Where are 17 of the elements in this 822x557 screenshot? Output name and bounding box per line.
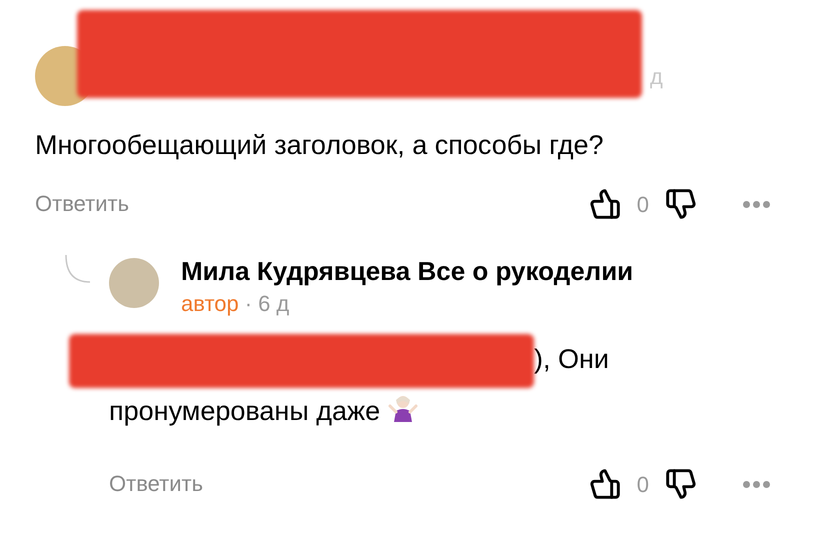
reply-link[interactable]: Ответить: [109, 473, 204, 495]
thumbs-up-icon: [588, 188, 621, 220]
author-name: Мила Кудрявцева Все о рукоделии: [181, 255, 634, 288]
photo-placeholder: [109, 258, 159, 308]
author-label: автор: [181, 290, 239, 318]
reply-link[interactable]: Ответить: [35, 193, 130, 215]
comment-text: ), Они пронумерованы даже: [109, 334, 699, 434]
thumbs-down-icon: [665, 468, 697, 500]
comment-time: 6 д: [258, 290, 290, 318]
shrug-person-icon: [388, 394, 418, 424]
like-count: 0: [636, 190, 649, 218]
thumbs-up-icon: [588, 468, 621, 500]
separator: ·: [244, 290, 252, 318]
thread-connector-icon: [65, 254, 91, 284]
like-count: 0: [636, 470, 649, 498]
thumbs-down-icon: [665, 188, 697, 220]
comment-text: Многообещающий заголовок, а способы где?: [35, 129, 605, 162]
